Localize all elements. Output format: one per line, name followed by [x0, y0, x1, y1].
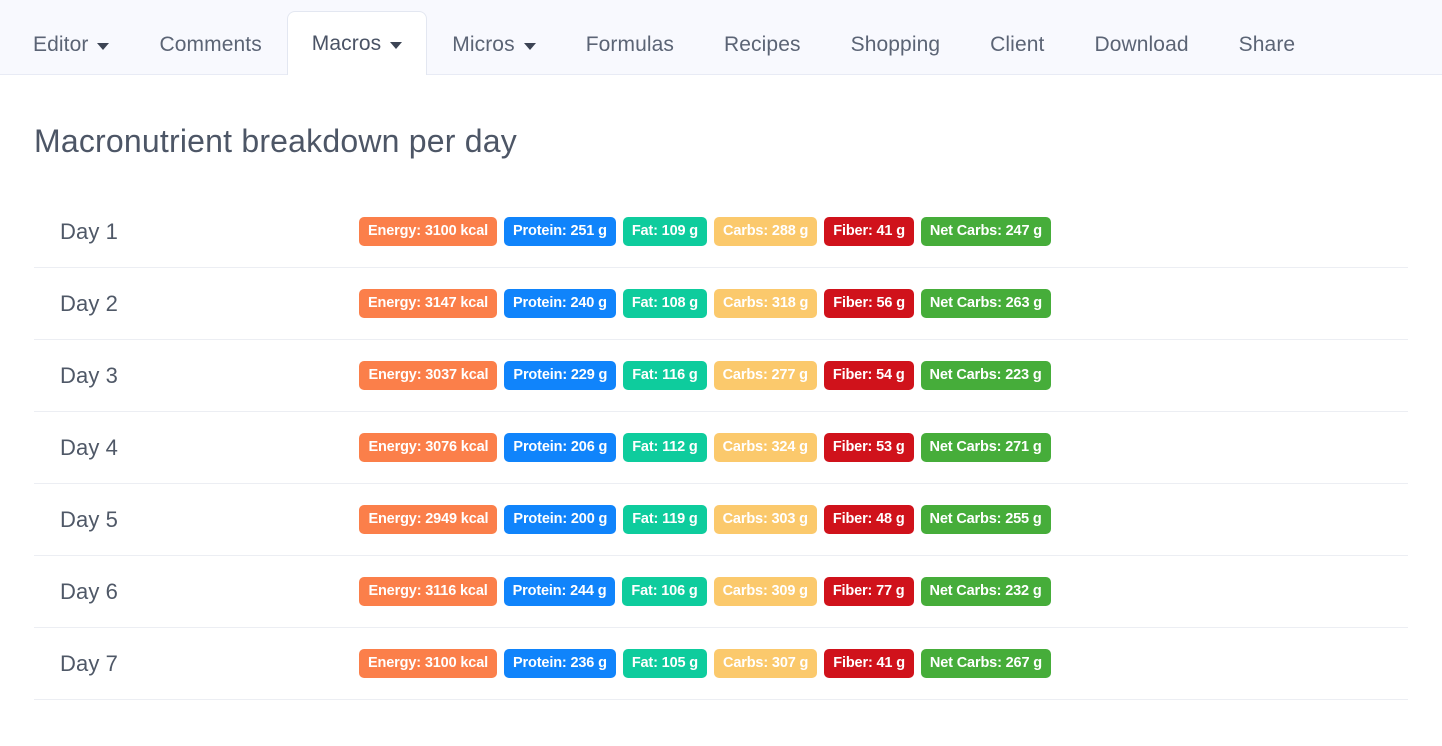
- day-row: Day 2 Energy: 3147 kcal Protein: 240 g Fat:…: [34, 268, 1408, 340]
- macro-badge-group: Energy: 3147 kcal Protein: 240 g Fat: 108 …: [324, 288, 1408, 319]
- tab-download[interactable]: Download: [1069, 14, 1213, 74]
- day-row: Day 6 Energy: 3116 kcal Protein: 244 g Fat:…: [34, 556, 1408, 628]
- badge-carbs: Carbs: 277 g: [713, 360, 817, 391]
- tab-editor[interactable]: Editor: [8, 14, 134, 74]
- badge-fat: Fat: 116 g: [623, 360, 707, 391]
- badge-carbs: Carbs: 307 g: [714, 648, 818, 679]
- day-row: Day 1 Energy: 3100 kcal Protein: 251 g Fat:…: [34, 196, 1408, 268]
- day-label: Day 5: [60, 506, 118, 532]
- day-row: Day 5 Energy: 2949 kcal Protein: 200 g Fat:…: [34, 484, 1408, 556]
- badge-carbs: Carbs: 309 g: [713, 576, 817, 607]
- badge-fat: Fat: 108 g: [622, 288, 707, 319]
- tab-label: Download: [1094, 32, 1189, 56]
- chevron-down-icon: [390, 41, 403, 49]
- main-tab-bar: Editor Comments Macros Micros Formulas Recipe…: [0, 0, 1442, 75]
- badge-fiber: Fiber: 54 g: [823, 360, 914, 391]
- chevron-down-icon: [97, 42, 110, 50]
- badge-carbs: Carbs: 318 g: [714, 288, 818, 319]
- badge-net-carbs: Net Carbs: 247 g: [920, 216, 1051, 247]
- badge-energy: Energy: 3100 kcal: [359, 648, 498, 679]
- badge-energy: Energy: 3100 kcal: [359, 216, 498, 247]
- tab-label: Comments: [159, 32, 262, 56]
- badge-energy: Energy: 3037 kcal: [359, 360, 498, 391]
- tab-label: Recipes: [724, 32, 801, 56]
- macronutrient-day-list: Day 1 Energy: 3100 kcal Protein: 251 g Fat:…: [34, 196, 1408, 700]
- badge-net-carbs: Net Carbs: 271 g: [920, 432, 1051, 463]
- tab-label: Formulas: [585, 32, 675, 56]
- tab-label: Client: [990, 32, 1045, 56]
- day-label: Day 3: [60, 362, 118, 388]
- badge-net-carbs: Net Carbs: 267 g: [920, 648, 1051, 679]
- day-label: Day 7: [60, 650, 118, 676]
- day-label: Day 4: [60, 434, 118, 460]
- badge-protein: Protein: 206 g: [504, 432, 617, 463]
- chevron-down-icon: [523, 42, 536, 50]
- badge-fiber: Fiber: 48 g: [823, 504, 914, 535]
- tab-label: Editor: [33, 32, 89, 56]
- badge-fiber: Fiber: 41 g: [824, 648, 914, 679]
- tab-label: Macros: [311, 31, 382, 55]
- badge-carbs: Carbs: 303 g: [713, 504, 817, 535]
- badge-energy: Energy: 3147 kcal: [359, 288, 498, 319]
- badge-fat: Fat: 112 g: [623, 432, 707, 463]
- tab-comments[interactable]: Comments: [134, 14, 286, 74]
- badge-fat: Fat: 119 g: [623, 504, 707, 535]
- badge-fat: Fat: 105 g: [622, 648, 707, 679]
- tab-shopping[interactable]: Shopping: [826, 14, 966, 74]
- badge-energy: Energy: 3116 kcal: [359, 576, 497, 607]
- badge-fat: Fat: 106 g: [622, 576, 707, 607]
- tab-macros[interactable]: Macros: [286, 11, 428, 75]
- macro-badge-group: Energy: 3116 kcal Protein: 244 g Fat: 106 …: [324, 576, 1408, 607]
- badge-fat: Fat: 109 g: [622, 216, 707, 247]
- tab-formulas[interactable]: Formulas: [561, 14, 699, 74]
- badge-net-carbs: Net Carbs: 263 g: [920, 288, 1051, 319]
- day-row: Day 3 Energy: 3037 kcal Protein: 229 g Fat:…: [34, 340, 1408, 412]
- badge-protein: Protein: 244 g: [503, 576, 616, 607]
- day-label: Day 2: [60, 290, 118, 316]
- day-label: Day 6: [60, 578, 118, 604]
- macro-badge-group: Energy: 3100 kcal Protein: 251 g Fat: 109 …: [324, 216, 1408, 247]
- tab-micros[interactable]: Micros: [427, 14, 560, 74]
- badge-carbs: Carbs: 288 g: [714, 216, 818, 247]
- macro-badge-group: Energy: 3100 kcal Protein: 236 g Fat: 105 …: [324, 648, 1408, 679]
- badge-carbs: Carbs: 324 g: [713, 432, 817, 463]
- badge-protein: Protein: 236 g: [504, 648, 616, 679]
- tab-label: Micros: [452, 32, 515, 56]
- macro-badge-group: Energy: 3076 kcal Protein: 206 g Fat: 112 …: [324, 432, 1408, 463]
- page-title: Macronutrient breakdown per day: [34, 123, 517, 159]
- badge-energy: Energy: 3076 kcal: [359, 432, 498, 463]
- macro-badge-group: Energy: 3037 kcal Protein: 229 g Fat: 116 …: [324, 360, 1408, 391]
- tab-label: Shopping: [850, 32, 941, 56]
- badge-protein: Protein: 251 g: [504, 216, 616, 247]
- tab-recipes[interactable]: Recipes: [699, 14, 826, 74]
- day-row: Day 7 Energy: 3100 kcal Protein: 236 g Fat:…: [34, 628, 1408, 700]
- macro-badge-group: Energy: 2949 kcal Protein: 200 g Fat: 119 …: [324, 504, 1408, 535]
- badge-net-carbs: Net Carbs: 223 g: [920, 360, 1051, 391]
- tab-share[interactable]: Share: [1214, 14, 1321, 74]
- badge-protein: Protein: 200 g: [504, 504, 617, 535]
- badge-net-carbs: Net Carbs: 255 g: [920, 504, 1051, 535]
- day-row: Day 4 Energy: 3076 kcal Protein: 206 g Fat:…: [34, 412, 1408, 484]
- day-label: Day 1: [60, 218, 118, 244]
- tab-client[interactable]: Client: [965, 14, 1069, 74]
- page-content: Macronutrient breakdown per day Day 1 Ene…: [0, 75, 1442, 700]
- badge-energy: Energy: 2949 kcal: [359, 504, 498, 535]
- badge-fiber: Fiber: 77 g: [823, 576, 914, 607]
- badge-fiber: Fiber: 53 g: [823, 432, 914, 463]
- badge-protein: Protein: 229 g: [504, 360, 617, 391]
- badge-protein: Protein: 240 g: [504, 288, 616, 319]
- badge-net-carbs: Net Carbs: 232 g: [920, 576, 1051, 607]
- tab-label: Share: [1238, 32, 1296, 56]
- badge-fiber: Fiber: 41 g: [824, 216, 914, 247]
- badge-fiber: Fiber: 56 g: [824, 288, 914, 319]
